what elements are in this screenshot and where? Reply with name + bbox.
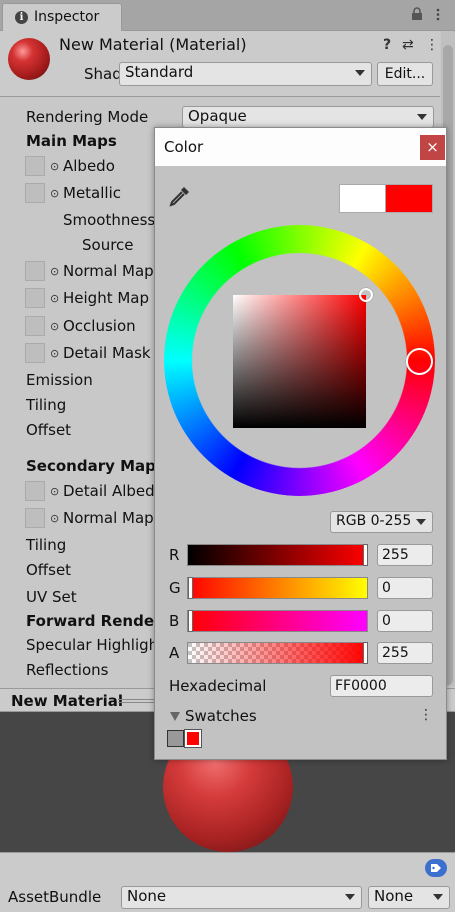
settings-icon[interactable]: ⇄	[402, 37, 414, 53]
occlusion-texture-slot[interactable]	[25, 316, 45, 336]
asset-bundle-dropdown[interactable]: None	[121, 886, 362, 909]
a-channel-label: A	[169, 644, 180, 662]
swatch-gray[interactable]	[167, 730, 184, 747]
a-slider-handle[interactable]	[363, 642, 368, 664]
hexadecimal-input[interactable]: FF0000	[330, 675, 433, 697]
secondary-normal-map-texture-slot[interactable]	[25, 508, 45, 528]
swatch-red[interactable]	[184, 729, 202, 748]
inspector-tab[interactable]: i Inspector	[2, 3, 122, 31]
color-mode-dropdown[interactable]: RGB 0-255	[330, 511, 433, 533]
close-button[interactable]: ×	[420, 135, 445, 160]
current-color-swatch[interactable]	[386, 184, 433, 213]
chevron-down-icon	[417, 114, 427, 120]
swatches-expand-icon[interactable]	[170, 712, 180, 721]
asset-bundle-variant-dropdown[interactable]: None	[368, 886, 450, 909]
help-icon[interactable]: ?	[383, 37, 391, 53]
g-channel-input[interactable]: 0	[377, 577, 433, 599]
label-tag-icon[interactable]	[425, 859, 447, 877]
eyedropper-icon[interactable]	[168, 184, 192, 208]
color-mode-value: RGB 0-255	[336, 513, 412, 529]
material-title: New Material (Material)	[59, 35, 247, 54]
rendering-mode-label: Rendering Mode	[26, 108, 149, 126]
height-map-texture-slot[interactable]	[25, 288, 45, 308]
normal-map-texture-slot[interactable]	[25, 261, 45, 281]
detail-albedo-texture-slot[interactable]	[25, 481, 45, 501]
object-picker-icon[interactable]: ⊙	[50, 347, 59, 360]
chevron-down-icon	[345, 894, 355, 900]
emission-label: Emission	[26, 371, 93, 389]
asset-bundle-variant-value: None	[374, 887, 414, 905]
main-maps-heading: Main Maps	[26, 132, 117, 150]
b-channel-input[interactable]: 0	[377, 610, 433, 632]
occlusion-label: Occlusion	[63, 317, 136, 335]
uv-set-label: UV Set	[26, 588, 77, 606]
a-channel-input[interactable]: 255	[377, 642, 433, 664]
albedo-label: Albedo	[63, 157, 115, 175]
a-channel-slider[interactable]	[187, 642, 368, 664]
r-channel-label: R	[169, 546, 180, 564]
b-channel-slider[interactable]	[187, 610, 368, 632]
detail-mask-label: Detail Mask	[63, 344, 151, 362]
object-picker-icon[interactable]: ⊙	[50, 187, 59, 200]
rendering-mode-dropdown[interactable]: Opaque	[182, 106, 434, 128]
shader-dropdown[interactable]: Standard	[119, 62, 372, 86]
g-channel-slider[interactable]	[187, 577, 368, 599]
object-picker-icon[interactable]: ⊙	[50, 292, 59, 305]
source-label: Source	[82, 236, 134, 254]
metallic-texture-slot[interactable]	[25, 183, 45, 203]
asset-bundle-value: None	[127, 887, 167, 905]
secondary-offset-label: Offset	[26, 561, 72, 579]
object-picker-icon[interactable]: ⊙	[50, 320, 59, 333]
asset-bundle-label: AssetBundle	[8, 888, 102, 906]
hexadecimal-label: Hexadecimal	[169, 677, 267, 695]
r-channel-slider[interactable]	[187, 544, 368, 566]
saturation-value-box[interactable]	[233, 295, 366, 428]
secondary-tiling-label: Tiling	[26, 536, 67, 554]
material-thumbnail	[8, 38, 50, 80]
hue-handle[interactable]	[406, 348, 433, 375]
reflections-label: Reflections	[26, 661, 109, 679]
inspector-tab-label: Inspector	[34, 9, 100, 25]
height-map-label: Height Map	[63, 289, 150, 307]
object-picker-icon[interactable]: ⊙	[50, 265, 59, 278]
b-slider-handle[interactable]	[188, 610, 193, 632]
edit-shader-button[interactable]: Edit...	[377, 62, 433, 86]
chevron-down-icon	[433, 894, 443, 900]
secondary-normal-map-label: Normal Map	[63, 509, 154, 527]
swatches-menu-icon[interactable]: ⋮	[419, 707, 433, 723]
r-channel-input[interactable]: 255	[377, 544, 433, 566]
saturation-value-handle[interactable]	[359, 288, 373, 302]
rendering-mode-value: Opaque	[188, 107, 247, 125]
info-icon: i	[15, 11, 28, 24]
g-slider-handle[interactable]	[188, 577, 193, 599]
metallic-label: Metallic	[63, 184, 121, 202]
normal-map-label: Normal Map	[63, 262, 154, 280]
shader-value: Standard	[125, 63, 194, 81]
chevron-down-icon	[416, 519, 426, 525]
detail-albedo-label: Detail Albedo	[63, 482, 164, 500]
object-picker-icon[interactable]: ⊙	[50, 512, 59, 525]
chevron-down-icon	[355, 70, 365, 76]
lock-icon[interactable]	[411, 7, 423, 20]
smoothness-label: Smoothness	[63, 211, 156, 229]
tiling-label: Tiling	[26, 396, 67, 414]
albedo-texture-slot[interactable]	[25, 156, 45, 176]
header-menu-icon[interactable]: ⋮	[425, 37, 439, 53]
secondary-maps-heading: Secondary Maps	[26, 457, 165, 475]
preview-title: New Material	[11, 692, 124, 710]
b-channel-label: B	[169, 612, 180, 630]
g-channel-label: G	[169, 579, 181, 597]
detail-mask-texture-slot[interactable]	[25, 343, 45, 363]
color-picker-title: Color	[164, 138, 204, 156]
object-picker-icon[interactable]: ⊙	[50, 485, 59, 498]
specular-highlights-label: Specular Highlights	[26, 636, 172, 654]
new-color-swatch	[339, 184, 386, 213]
object-picker-icon[interactable]: ⊙	[50, 160, 59, 173]
kebab-menu-icon[interactable]	[433, 8, 443, 21]
offset-label: Offset	[26, 421, 72, 439]
swatches-label[interactable]: Swatches	[185, 707, 257, 725]
r-slider-handle[interactable]	[363, 544, 368, 566]
